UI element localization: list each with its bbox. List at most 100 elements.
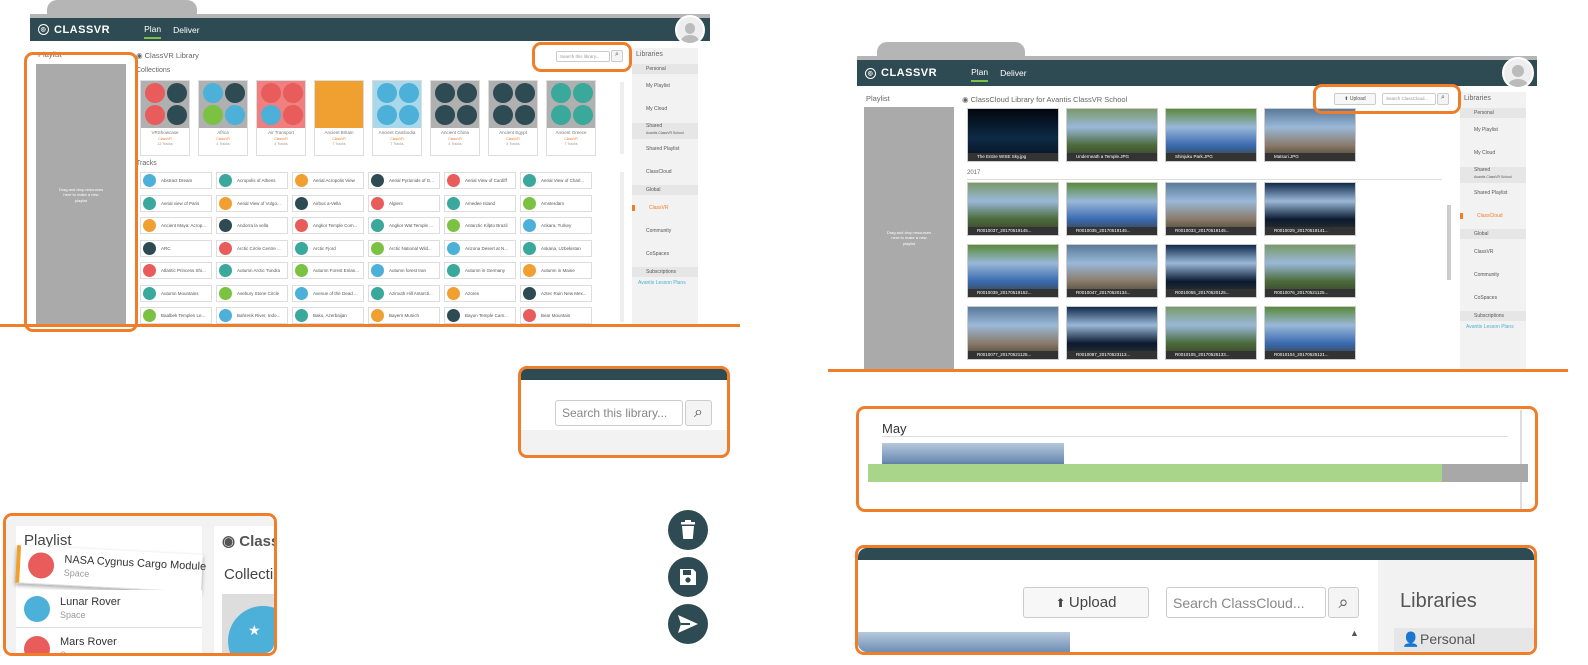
nav-deliver[interactable]: Deliver bbox=[173, 22, 199, 38]
track-item[interactable]: Aerial View of Volgo... bbox=[216, 194, 288, 212]
track-item[interactable]: Avebury Stone Circle bbox=[216, 284, 288, 302]
track-item[interactable]: Arctic Fjord bbox=[292, 239, 364, 257]
classcloud-thumbnail[interactable]: R0010105_20170525133... bbox=[1165, 306, 1257, 360]
sidebar-item-my-playlist[interactable]: My Playlist bbox=[632, 83, 698, 89]
track-item[interactable]: Baku, Azerbaijan bbox=[292, 307, 364, 324]
track-item[interactable]: Autumn Forest Enlan... bbox=[292, 262, 364, 279]
track-item[interactable]: Airbus a-Vella bbox=[292, 194, 364, 212]
sidebar-item-classvr[interactable]: ClassVR bbox=[1460, 249, 1526, 255]
track-item[interactable]: Avenue of the Dead ... bbox=[292, 284, 364, 302]
tracks-scrollbar[interactable] bbox=[620, 172, 624, 322]
classcloud-thumbnail[interactable]: R0010037_20170519145... bbox=[967, 182, 1059, 236]
track-item[interactable]: Angkor Temple Com... bbox=[292, 217, 364, 234]
classcloud-thumbnail[interactable]: R0010033_20170519145... bbox=[1165, 182, 1257, 236]
classcloud-thumbnail[interactable]: R0010077_20170521125... bbox=[967, 306, 1059, 360]
track-item[interactable]: Bahrenk River, Indo... bbox=[216, 307, 288, 324]
collection-card[interactable]: Ancient Egypt ClassVR 5 Tracks bbox=[488, 80, 538, 156]
classcloud-thumbnail[interactable]: R0010104_20170525121... bbox=[1264, 306, 1356, 360]
grid-scrollbar[interactable] bbox=[1447, 205, 1451, 280]
classcloud-thumbnail[interactable]: R0010047_20170520134... bbox=[1066, 244, 1158, 298]
avatar[interactable] bbox=[1502, 57, 1534, 89]
track-item[interactable]: Antarctic Kilpto Brazil bbox=[444, 217, 516, 234]
classcloud-thumbnail[interactable]: R0010035_20170519145... bbox=[1066, 182, 1158, 236]
send-button[interactable] bbox=[668, 604, 708, 644]
classcloud-thumbnail[interactable]: R0010076_20170521125... bbox=[1264, 244, 1356, 298]
track-item[interactable]: Amsterdam bbox=[520, 194, 592, 212]
collection-card[interactable]: Ancient China ClassVR 4 Tracks bbox=[430, 80, 480, 156]
sidebar-item-classcloud[interactable]: ClassCloud bbox=[632, 169, 698, 175]
collection-card[interactable]: Ancient Greece ClassVR 7 Tracks bbox=[546, 80, 596, 156]
track-item[interactable]: Aerial view of Paris bbox=[140, 194, 212, 212]
sidebar-item-shared-playlist[interactable]: Shared Playlist bbox=[1460, 190, 1526, 196]
track-item[interactable]: Autumn Mountains bbox=[140, 284, 212, 302]
track-item[interactable]: Azores bbox=[444, 284, 516, 302]
track-item[interactable]: ARC bbox=[140, 239, 212, 257]
track-item[interactable]: Autumn forest Iran bbox=[368, 262, 440, 279]
track-item[interactable]: Ancient Maya: Acrop... bbox=[140, 217, 212, 234]
collection-card[interactable]: Ancient Britain ClassVR 7 Tracks bbox=[314, 80, 364, 156]
sidebar-item-lesson-plans[interactable]: Avantis Lesson Plans bbox=[1460, 324, 1526, 330]
logo[interactable]: ◎ CLASSVR bbox=[38, 24, 110, 36]
track-item[interactable]: Azimuth Hill Antarcti... bbox=[368, 284, 440, 302]
track-item[interactable]: Atlantic Princess Shi... bbox=[140, 262, 212, 279]
sidebar-item-my-playlist[interactable]: My Playlist bbox=[1460, 127, 1526, 133]
track-item[interactable]: Arizona Desert at N... bbox=[444, 239, 516, 257]
sidebar-item-classvr[interactable]: ClassVR bbox=[632, 205, 698, 211]
track-item[interactable]: Amedee Island bbox=[444, 194, 516, 212]
track-item[interactable]: Aerial View of Charl... bbox=[520, 172, 592, 189]
track-item[interactable]: Bear Mountain bbox=[520, 307, 592, 324]
track-item[interactable]: Arctic Circle Centre ... bbox=[216, 239, 288, 257]
sidebar-item-community[interactable]: Community bbox=[632, 228, 698, 234]
sidebar-item-lesson-plans[interactable]: Avantis Lesson Plans bbox=[632, 280, 698, 286]
nav-plan[interactable]: Plan bbox=[144, 21, 162, 39]
sidebar-item-cospaces[interactable]: CoSpaces bbox=[1460, 295, 1526, 301]
logo[interactable]: ◎ CLASSVR bbox=[865, 67, 937, 79]
classcloud-thumbnail[interactable]: R0010029_20170519141... bbox=[1264, 182, 1356, 236]
track-item[interactable]: Bayon Temple Cam... bbox=[444, 307, 516, 324]
collection-circle-icon bbox=[261, 105, 281, 125]
track-item[interactable]: Arctic National Wild... bbox=[368, 239, 440, 257]
classcloud-thumbnail[interactable]: Underneath a Temple.JPG bbox=[1066, 108, 1158, 162]
track-item[interactable]: Autumn Arctic Tundra bbox=[216, 262, 288, 279]
track-item[interactable]: Bayern Munich bbox=[368, 307, 440, 324]
track-item[interactable]: Angkor Wat Temple ... bbox=[368, 217, 440, 234]
track-item[interactable]: Acropolis of Athens bbox=[216, 172, 288, 189]
track-item[interactable]: Autumn in Maine bbox=[520, 262, 592, 279]
track-item[interactable]: Aerial Acropolis View bbox=[292, 172, 364, 189]
track-icon bbox=[295, 241, 308, 255]
classcloud-thumbnail[interactable]: R0010039_20170519152... bbox=[967, 244, 1059, 298]
track-item[interactable]: Ankara, Turkey bbox=[520, 217, 592, 234]
sidebar-item-cospaces[interactable]: CoSpaces bbox=[632, 251, 698, 257]
track-item[interactable]: Algiers bbox=[368, 194, 440, 212]
collections-scrollbar[interactable] bbox=[620, 82, 624, 154]
track-item[interactable]: Autumn in Germany bbox=[444, 262, 516, 279]
nav-deliver[interactable]: Deliver bbox=[1000, 65, 1026, 81]
track-item[interactable]: Askana, Uzbekistan bbox=[520, 239, 592, 257]
sidebar-item-my-cloud[interactable]: My Cloud bbox=[1460, 150, 1526, 156]
track-item[interactable]: Andorra la vella bbox=[216, 217, 288, 234]
track-item[interactable]: Aztec Ruin New Mex... bbox=[520, 284, 592, 302]
collection-card[interactable]: VRShowcase ClassVR 12 Tracks bbox=[140, 80, 190, 156]
save-button[interactable] bbox=[668, 557, 708, 597]
track-item[interactable]: Abstract Dream bbox=[140, 172, 212, 189]
sidebar-item-my-cloud[interactable]: My Cloud bbox=[632, 106, 698, 112]
classcloud-thumbnail[interactable]: The Entire WISE Sky.jpg bbox=[967, 108, 1059, 162]
track-icon bbox=[143, 264, 156, 277]
playlist-drop-zone[interactable]: Drag and drop resources here to make a n… bbox=[864, 107, 954, 369]
delete-button[interactable] bbox=[668, 510, 708, 550]
collection-card[interactable]: Africa ClassVR 4 Tracks bbox=[198, 80, 248, 156]
track-item[interactable]: Aerial Pyramids of G... bbox=[368, 172, 440, 189]
classcloud-thumbnail[interactable]: R0010055_20170520125... bbox=[1165, 244, 1257, 298]
collection-card[interactable]: Air Transport ClassVR 4 Tracks bbox=[256, 80, 306, 156]
classcloud-thumbnail[interactable]: Shinjuku Park.JPG bbox=[1165, 108, 1257, 162]
sidebar-item-community[interactable]: Community bbox=[1460, 272, 1526, 278]
classcloud-thumbnail[interactable]: R0010087_20170523113... bbox=[1066, 306, 1158, 360]
sidebar-item-classcloud[interactable]: ClassCloud bbox=[1460, 213, 1526, 219]
avatar[interactable] bbox=[675, 15, 705, 45]
track-item[interactable]: Aerial View of Cardiff bbox=[444, 172, 516, 189]
sidebar-item-shared-playlist[interactable]: Shared Playlist bbox=[632, 146, 698, 152]
classcloud-thumbnail[interactable]: Matsuri.JPG bbox=[1264, 108, 1356, 162]
track-item[interactable]: Baalbek Temples Le... bbox=[140, 307, 212, 324]
collection-card[interactable]: Ancient Cambodia ClassVR 7 Tracks bbox=[372, 80, 422, 156]
nav-plan[interactable]: Plan bbox=[971, 64, 989, 82]
